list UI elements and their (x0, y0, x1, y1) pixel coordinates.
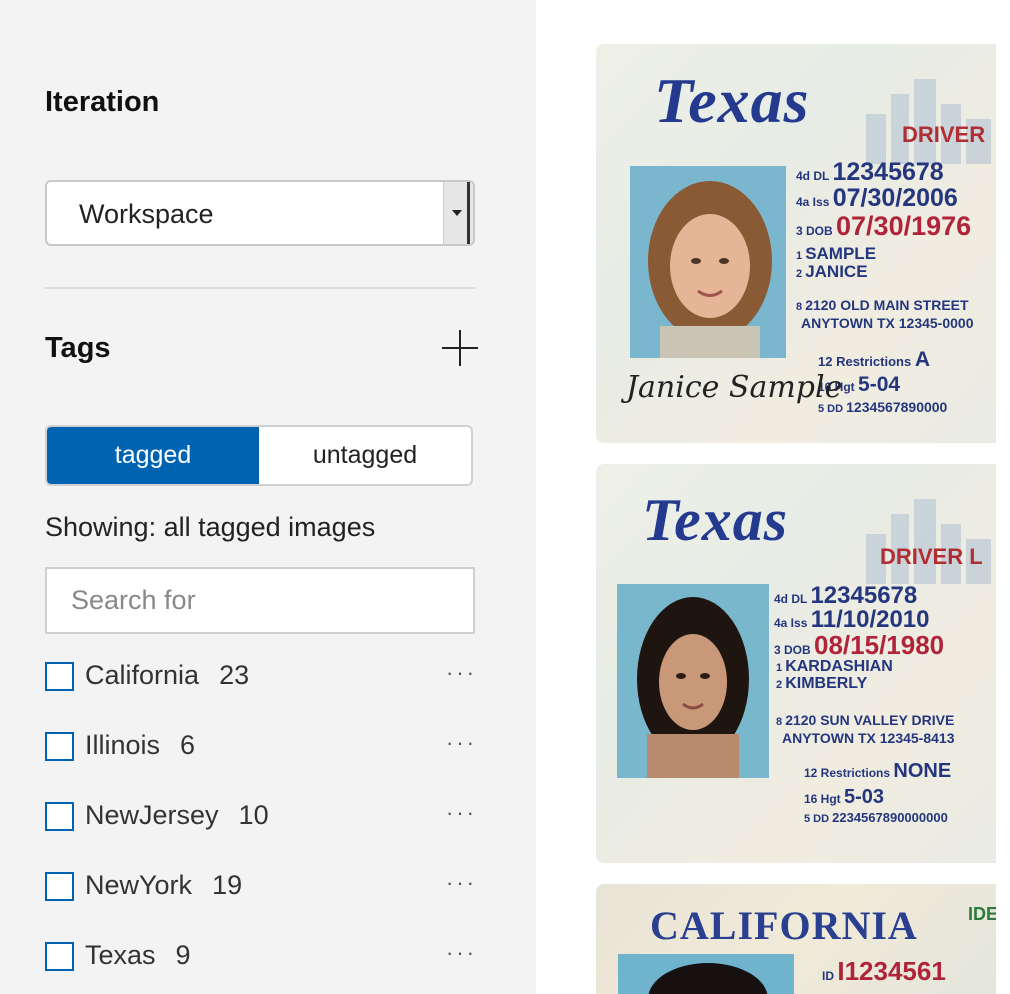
iteration-selected-value: Workspace (79, 199, 214, 229)
more-options-icon[interactable]: ··· (446, 800, 477, 826)
tag-item-texas: Texas 9 ··· (45, 940, 477, 980)
tag-count: 9 (175, 940, 191, 970)
tag-label: Texas 9 (85, 940, 191, 970)
tag-item-newjersey: NewJersey 10 ··· (45, 800, 477, 840)
license-state: Texas (642, 487, 789, 553)
tag-count: 10 (238, 800, 269, 830)
license-firstname: 2 JANICE (796, 262, 868, 281)
tag-item-california: California 23 ··· (45, 660, 477, 700)
license-lastname: 1 KARDASHIAN (776, 658, 893, 675)
tag-item-illinois: Illinois 6 ··· (45, 730, 477, 770)
tag-checkbox[interactable] (45, 942, 74, 971)
sidebar: Iteration Workspace Tags tagged untagged… (0, 0, 536, 994)
license-photo (617, 584, 769, 778)
tag-label: NewJersey 10 (85, 800, 269, 830)
image-thumbnail[interactable]: Texas DRIVER L 4d DL 12345678 4a Iss 11/… (596, 464, 996, 863)
license-address-line1: 8 2120 OLD MAIN STREET (796, 297, 969, 313)
add-tag-icon[interactable] (442, 330, 478, 366)
chevron-down-icon (452, 210, 462, 216)
license-state: Texas (654, 65, 810, 136)
tag-checkbox[interactable] (45, 732, 74, 761)
tag-checkbox[interactable] (45, 662, 74, 691)
license-banner: DRIVER L (880, 544, 983, 569)
license-address-line1: 8 2120 SUN VALLEY DRIVE (776, 712, 955, 728)
license-dob: 3 DOB 07/30/1976 (796, 211, 972, 241)
tag-count: 19 (212, 870, 243, 900)
skyline-graphic (866, 79, 991, 164)
more-options-icon[interactable]: ··· (446, 660, 477, 686)
image-thumbnail[interactable]: CALIFORNIA IDE ID I1234561 (596, 884, 996, 994)
license-firstname: 2 KIMBERLY (776, 675, 868, 692)
license-dd: 5 DD 2234567890000000 (804, 810, 948, 825)
license-height: 16 Hgt 5-03 (804, 786, 885, 808)
showing-status-text: Showing: all tagged images (45, 512, 376, 542)
license-lastname: 1 SAMPLE (796, 244, 877, 263)
more-options-icon[interactable]: ··· (446, 730, 477, 756)
license-photo (618, 954, 794, 994)
license-id: ID I1234561 (822, 956, 946, 986)
tag-filter-toggle: tagged untagged (45, 425, 473, 486)
license-restrictions: 12 Restrictions NONE (804, 760, 952, 782)
tag-count: 6 (180, 730, 196, 760)
license-restrictions: 12 Restrictions A (818, 348, 930, 371)
iteration-heading: Iteration (45, 86, 160, 118)
tag-label: Illinois 6 (85, 730, 196, 760)
image-thumbnail[interactable]: Texas DRIVER 4d DL 12345678 4a Iss 07/30… (596, 44, 996, 443)
skyline-graphic (866, 499, 991, 584)
portrait-image (618, 954, 794, 994)
portrait-image (617, 584, 769, 778)
divider (45, 287, 475, 289)
tag-search-box (45, 567, 475, 634)
license-state: CALIFORNIA (650, 903, 918, 948)
untagged-toggle-button[interactable]: untagged (259, 427, 471, 484)
more-options-icon[interactable]: ··· (446, 940, 477, 966)
license-address-line2: ANYTOWN TX 12345-8413 (782, 730, 955, 746)
license-banner: IDE (968, 904, 996, 924)
tag-label: California 23 (85, 660, 250, 690)
license-address-line2: ANYTOWN TX 12345-0000 (801, 315, 974, 331)
tags-heading: Tags (45, 332, 111, 364)
more-options-icon[interactable]: ··· (446, 870, 477, 896)
license-iss: 4a Iss 07/30/2006 (796, 184, 958, 212)
license-photo (630, 166, 786, 358)
license-dl: 4d DL 12345678 (796, 158, 944, 186)
tagged-toggle-button[interactable]: tagged (47, 427, 259, 484)
tag-checkbox[interactable] (45, 872, 74, 901)
tag-label: NewYork 19 (85, 870, 243, 900)
portrait-image (630, 166, 786, 358)
tag-item-newyork: NewYork 19 ··· (45, 870, 477, 910)
iteration-dropdown[interactable]: Workspace (45, 180, 475, 246)
tag-search-input[interactable] (47, 569, 473, 632)
tag-checkbox[interactable] (45, 802, 74, 831)
license-dob: 3 DOB 08/15/1980 (774, 630, 945, 660)
dropdown-button[interactable] (443, 182, 473, 244)
license-signature: Janice Sample (626, 370, 843, 405)
tag-count: 23 (219, 660, 250, 690)
license-banner: DRIVER (902, 122, 986, 147)
